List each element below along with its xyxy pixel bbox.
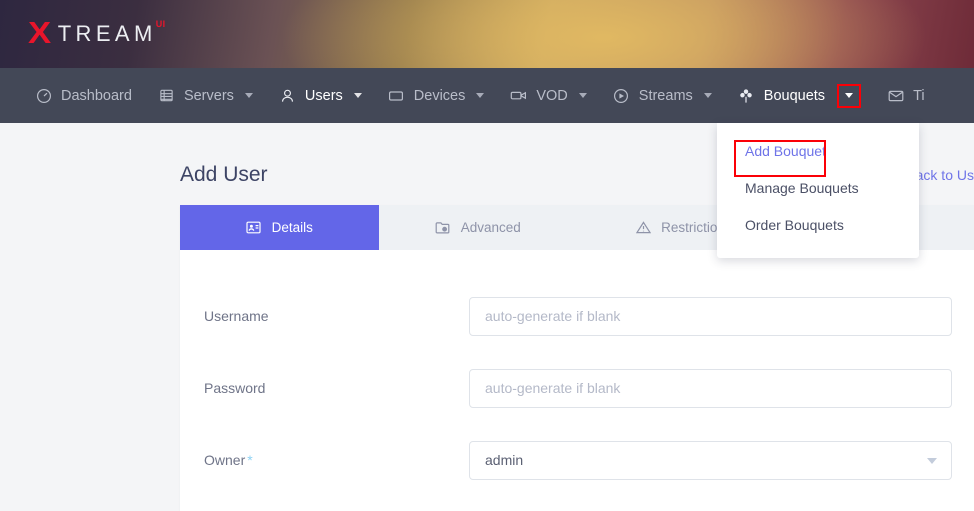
- owner-label-text: Owner: [204, 452, 246, 468]
- chevron-down-icon[interactable]: [353, 93, 362, 98]
- bouquet-icon: [738, 87, 755, 104]
- devices-icon: [388, 87, 405, 104]
- nav-item-users[interactable]: Users: [266, 68, 375, 123]
- tab-advanced[interactable]: Advanced: [379, 205, 578, 250]
- tab-label-details: Details: [271, 220, 313, 235]
- username-label: Username: [204, 308, 269, 324]
- nav-label-vod: VOD: [536, 87, 568, 104]
- chevron-down-icon[interactable]: [244, 93, 253, 98]
- add-user-form: Username Password Owner*: [180, 250, 974, 496]
- nav-item-tickets[interactable]: Ti: [874, 68, 938, 123]
- video-icon: [510, 87, 527, 104]
- owner-label: Owner *: [204, 452, 469, 468]
- logo-superscript: UI: [155, 19, 166, 29]
- form-row-username: Username: [180, 280, 974, 352]
- nav-label-servers: Servers: [183, 87, 234, 104]
- tab-label-advanced: Advanced: [460, 220, 521, 235]
- user-icon: [279, 87, 296, 104]
- nav-label-tickets: Ti: [913, 87, 925, 104]
- page-title: Add User: [180, 163, 268, 186]
- username-input[interactable]: [469, 296, 952, 336]
- owner-select[interactable]: [469, 440, 952, 480]
- logo-wordmark: TREAM: [57, 21, 157, 46]
- logo-x-mark: X: [28, 15, 52, 50]
- nav-item-dashboard[interactable]: Dashboard: [22, 68, 145, 123]
- stream-icon: [613, 87, 630, 104]
- nav-label-bouquets: Bouquets: [763, 87, 826, 104]
- form-row-password: Password: [180, 352, 974, 424]
- app-root: X TREAM UI Dashboard Servers Users Devic…: [0, 0, 974, 511]
- nav-item-servers[interactable]: Servers: [145, 68, 266, 123]
- chevron-down-icon[interactable]: [578, 93, 587, 98]
- id-card-icon: [246, 220, 262, 236]
- nav-label-users: Users: [304, 87, 343, 104]
- required-marker: *: [247, 452, 253, 468]
- nav-item-bouquets[interactable]: Bouquets: [725, 68, 874, 123]
- main-navbar: Dashboard Servers Users Devices VOD Stre…: [0, 68, 974, 123]
- brand-header: X TREAM UI: [0, 0, 974, 68]
- nav-item-vod[interactable]: VOD: [497, 68, 599, 123]
- dropdown-item-add-bouquet[interactable]: Add Bouquet: [717, 133, 919, 170]
- form-row-owner: Owner *: [180, 424, 974, 496]
- warning-icon: [635, 220, 651, 236]
- nav-item-streams[interactable]: Streams: [600, 68, 725, 123]
- dropdown-item-order-bouquets[interactable]: Order Bouquets: [717, 207, 919, 244]
- bouquets-dropdown-menu: Add Bouquet Manage Bouquets Order Bouque…: [717, 123, 919, 258]
- password-input[interactable]: [469, 368, 952, 408]
- bouquets-chevron-highlight-box[interactable]: [837, 83, 862, 108]
- servers-icon: [158, 87, 175, 104]
- nav-label-dashboard: Dashboard: [61, 87, 132, 104]
- tab-details[interactable]: Details: [180, 205, 379, 250]
- tab-label-restrictions: Restrictio: [661, 220, 718, 235]
- password-label: Password: [204, 380, 266, 396]
- envelope-icon: [887, 87, 904, 104]
- chevron-down-icon[interactable]: [703, 93, 712, 98]
- nav-label-streams: Streams: [638, 87, 693, 104]
- nav-label-devices: Devices: [413, 87, 466, 104]
- nav-item-devices[interactable]: Devices: [375, 68, 498, 123]
- dropdown-item-manage-bouquets[interactable]: Manage Bouquets: [717, 170, 919, 207]
- xtream-logo[interactable]: X TREAM UI: [28, 17, 166, 50]
- chevron-down-icon: [845, 93, 854, 98]
- dashboard-icon: [35, 87, 52, 104]
- chevron-down-icon[interactable]: [476, 93, 485, 98]
- folder-info-icon: [435, 220, 451, 236]
